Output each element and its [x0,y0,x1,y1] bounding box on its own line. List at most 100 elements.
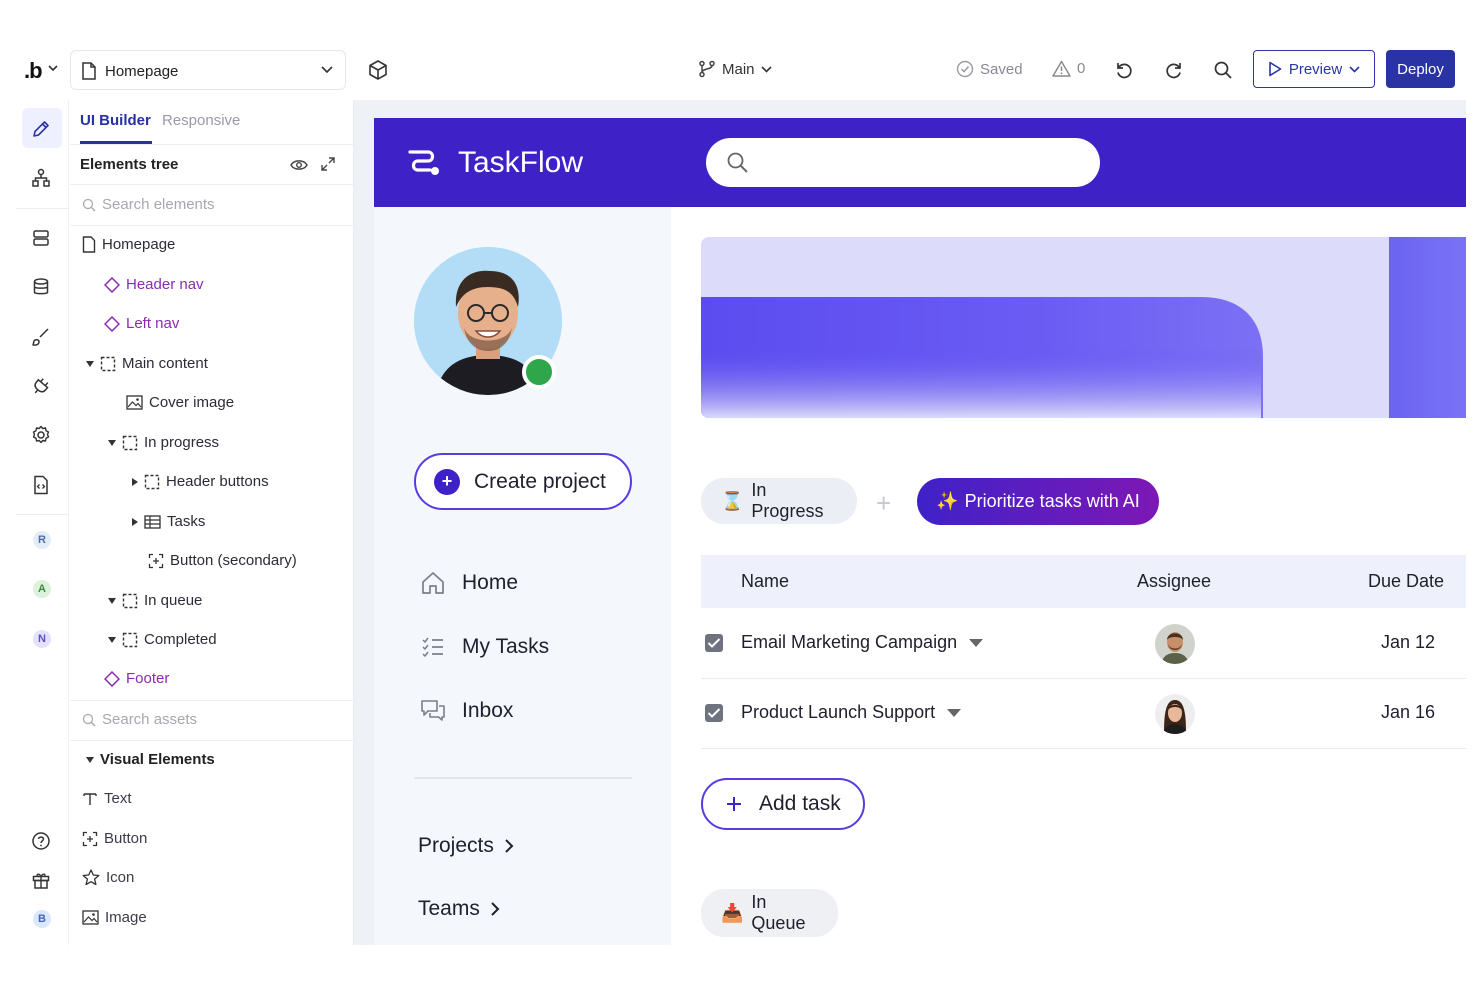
panel-divider [70,740,353,741]
nav-home[interactable]: Home [420,570,518,596]
gear-icon[interactable] [30,424,52,446]
in-queue-chip[interactable]: 📥 In Queue [701,889,838,937]
tree-item-label: Header nav [126,276,204,293]
add-section-plus-icon[interactable]: + [876,488,891,519]
tree-item-header-nav[interactable]: Header nav [104,276,204,293]
chevron-down-icon[interactable] [48,64,58,72]
tree-item-in-progress[interactable]: In progress [108,434,219,451]
task-checkbox[interactable] [705,704,723,722]
rail-divider [16,514,68,515]
collapse-caret-icon[interactable] [108,439,116,446]
deploy-button[interactable]: Deploy [1386,50,1455,88]
nav-divider [414,777,632,779]
rail-divider [16,208,68,209]
collapse-caret-icon[interactable] [86,360,94,367]
tree-item-label: Homepage [102,236,176,253]
app-logo[interactable]: .b [24,58,43,84]
app-header: TaskFlow [374,118,1466,207]
elements-tree-title: Elements tree [80,156,179,173]
home-icon [422,572,444,594]
search-elements-input[interactable]: Search elements [82,196,215,213]
table-row[interactable]: Product Launch Support Jan 16 [701,678,1466,749]
nav-teams[interactable]: Teams [418,897,500,921]
sitemap-icon[interactable] [30,167,52,189]
search-icon[interactable] [1213,60,1233,80]
task-name: Email Marketing Campaign [741,632,984,653]
tab-responsive[interactable]: Responsive [162,112,240,129]
chevron-down-icon [1349,65,1360,73]
nav-projects[interactable]: Projects [418,834,514,858]
pencil-icon[interactable] [30,118,52,140]
nav-inbox[interactable]: Inbox [420,698,513,724]
task-checkbox[interactable] [705,634,723,652]
expand-caret-icon[interactable] [132,477,138,486]
tree-item-tasks[interactable]: Tasks [132,513,205,530]
page-icon [82,62,96,80]
add-task-label: Add task [759,792,841,815]
nav-my-tasks[interactable]: My Tasks [420,634,549,660]
collaborator-avatar[interactable]: R [33,531,51,549]
design-canvas[interactable]: TaskFlow + Create project Home My Tasks … [354,100,1466,945]
app-search-input[interactable] [706,138,1100,187]
add-task-button[interactable]: Add task [701,778,865,830]
collapse-caret-icon[interactable] [108,636,116,643]
prioritize-ai-button[interactable]: ✨ Prioritize tasks with AI [917,478,1159,525]
panel-divider [70,184,353,185]
branch-selector[interactable]: Main [698,60,772,78]
asset-image[interactable]: Image [82,909,147,926]
tree-item-homepage[interactable]: Homepage [82,236,175,253]
dropdown-caret-icon[interactable] [947,708,962,717]
tree-item-in-queue[interactable]: In queue [108,592,202,609]
code-file-icon[interactable] [30,474,52,496]
search-assets-placeholder: Search assets [102,711,198,728]
tree-item-button-secondary[interactable]: Button (secondary) [148,552,297,569]
save-status-label: Saved [980,60,1023,78]
column-header-assignee[interactable]: Assignee [1137,571,1211,592]
tab-ui-builder[interactable]: UI Builder [80,112,151,129]
user-avatar[interactable]: B [33,910,51,928]
warnings-indicator[interactable]: 0 [1052,60,1085,77]
column-header-due-date[interactable]: Due Date [1368,571,1444,592]
brush-icon[interactable] [30,326,52,348]
asset-text[interactable]: Text [82,790,132,807]
column-header-name[interactable]: Name [741,571,789,592]
assignee-avatar[interactable] [1155,694,1195,734]
asset-button[interactable]: Button [82,830,147,847]
server-icon[interactable] [30,227,52,249]
visual-elements-section[interactable]: Visual Elements [86,751,215,768]
tree-item-cover-image[interactable]: Cover image [126,394,234,411]
tree-item-footer[interactable]: Footer [104,670,169,687]
eye-icon[interactable] [290,158,308,172]
assignee-avatar[interactable] [1155,624,1195,664]
search-assets-input[interactable]: Search assets [82,711,197,728]
tree-item-header-buttons[interactable]: Header buttons [132,473,269,490]
components-cube-icon[interactable] [368,60,388,80]
tree-item-completed[interactable]: Completed [108,631,217,648]
sparkle-icon: ✨ [936,491,959,511]
undo-icon[interactable] [1114,60,1134,80]
preview-button[interactable]: Preview [1253,50,1375,88]
gift-icon[interactable] [30,869,52,891]
in-progress-chip[interactable]: ⌛ In Progress [701,478,857,524]
table-row[interactable]: Email Marketing Campaign Jan 12 [701,608,1466,679]
warning-triangle-icon [1052,60,1071,77]
collaborator-avatar[interactable]: A [33,580,51,598]
collapse-caret-icon[interactable] [86,756,94,763]
tree-item-label: Completed [144,631,217,648]
redo-icon[interactable] [1164,60,1184,80]
tree-item-left-nav[interactable]: Left nav [104,315,179,332]
help-icon[interactable] [30,830,52,852]
collapse-caret-icon[interactable] [108,597,116,604]
expand-icon[interactable] [320,156,336,172]
page-selector[interactable]: Homepage [70,50,346,90]
plugin-icon[interactable] [30,375,52,397]
panel-divider [70,700,353,701]
database-icon[interactable] [30,276,52,298]
git-branch-icon [699,60,715,78]
dropdown-caret-icon[interactable] [969,638,984,647]
tree-item-main-content[interactable]: Main content [86,355,208,372]
create-project-button[interactable]: + Create project [414,453,632,510]
expand-caret-icon[interactable] [132,517,138,526]
asset-icon[interactable]: Icon [82,869,134,886]
collaborator-avatar[interactable]: N [33,630,51,648]
